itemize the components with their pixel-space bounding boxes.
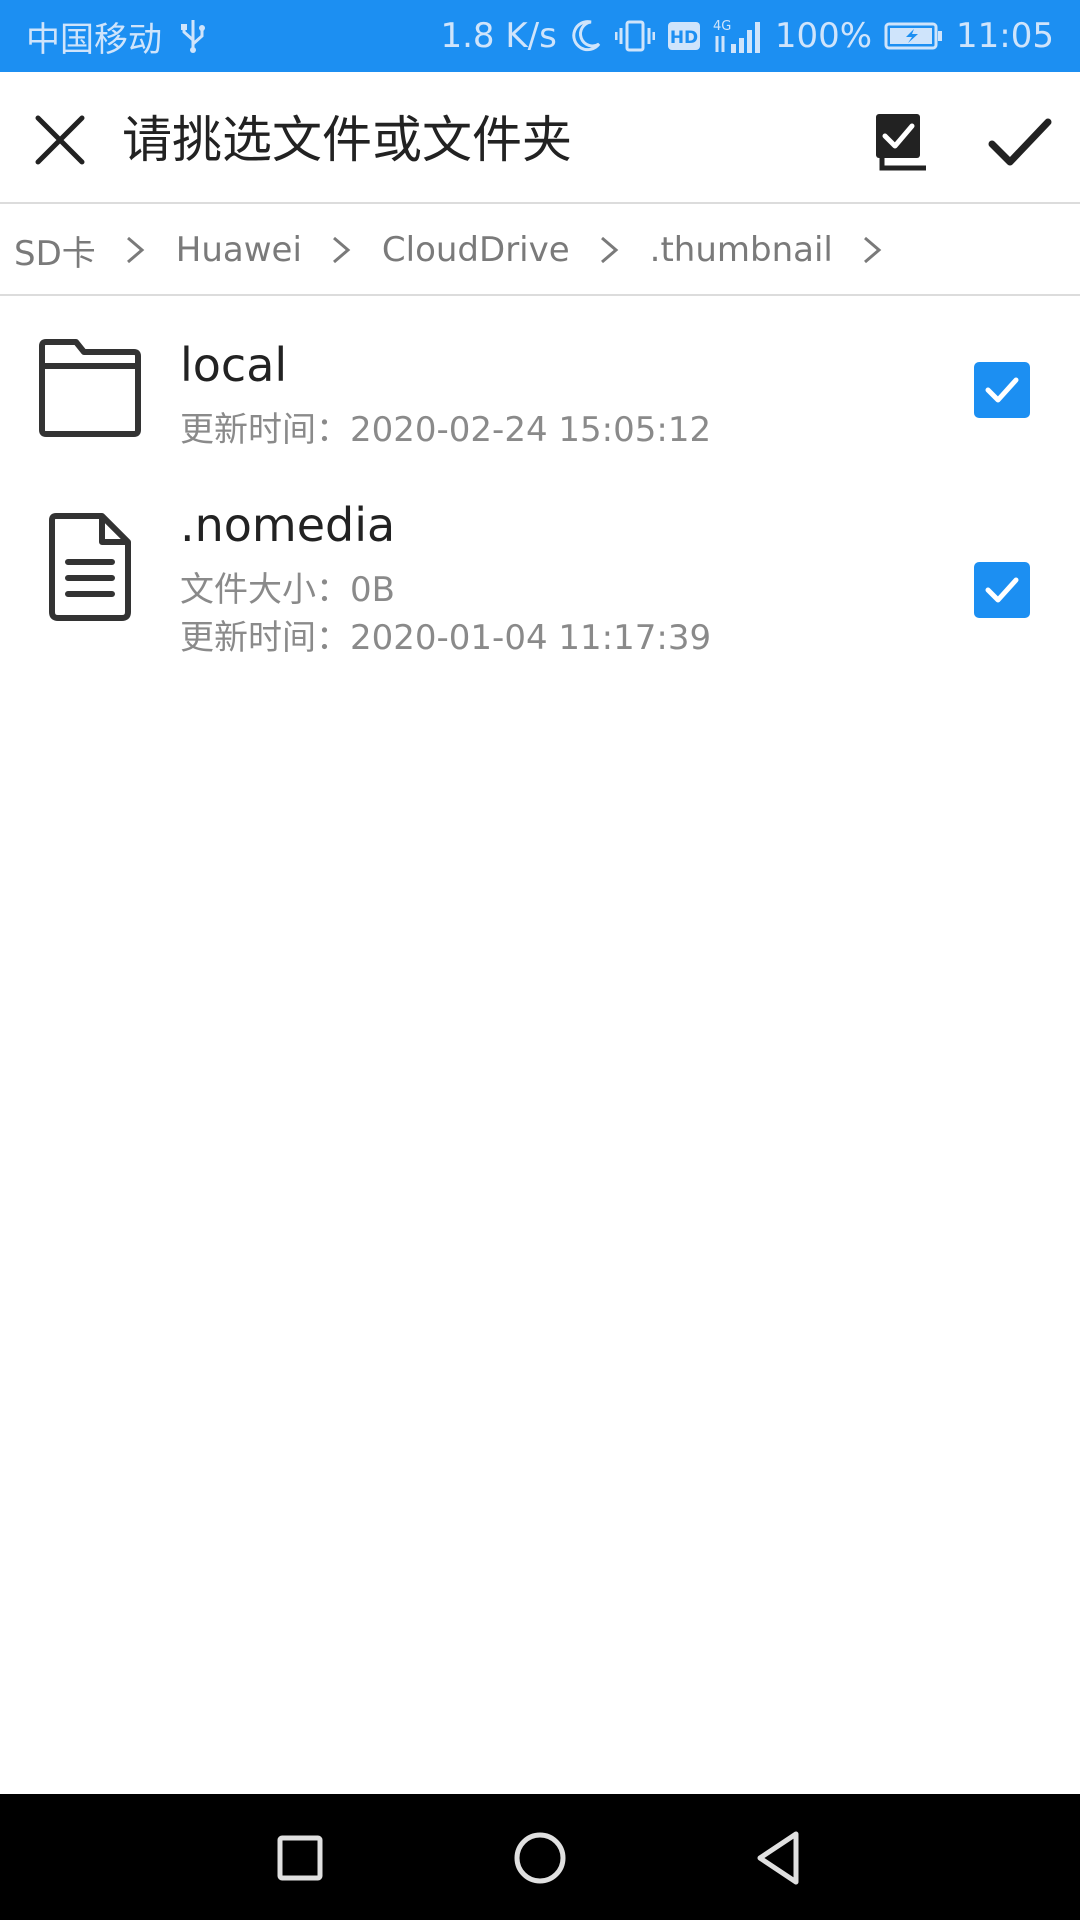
chevron-right-icon [863, 236, 882, 264]
item-checkbox[interactable] [974, 362, 1030, 418]
page-title: 请挑选文件或文件夹 [122, 111, 572, 169]
signal-icon: 4G [713, 16, 763, 56]
clock-label: 11:05 [956, 16, 1054, 56]
net-speed-label: 1.8 K/s [440, 16, 557, 56]
file-size: 文件大小：0B [180, 570, 395, 610]
item-checkbox[interactable] [974, 562, 1030, 618]
breadcrumb-item-clouddrive[interactable]: CloudDrive [382, 230, 570, 270]
usb-icon [180, 18, 206, 54]
triangle-back-icon [757, 1831, 799, 1885]
file-updated-time: 更新时间：2020-01-04 11:17:39 [180, 618, 712, 658]
breadcrumb: SD卡 Huawei CloudDrive .thumbnail [0, 206, 1080, 296]
file-updated-time: 更新时间：2020-02-24 15:05:12 [180, 410, 712, 450]
file-list: local 更新时间：2020-02-24 15:05:12 .nomedia … [0, 298, 1080, 708]
carrier-label: 中国移动 [26, 19, 162, 60]
list-item-file[interactable]: .nomedia 文件大小：0B 更新时间：2020-01-04 11:17:3… [0, 478, 1080, 708]
vibrate-icon [614, 18, 655, 54]
list-item-folder[interactable]: local 更新时间：2020-02-24 15:05:12 [0, 298, 1080, 478]
moon-icon [569, 18, 603, 54]
file-name: .nomedia [180, 498, 396, 552]
hd-badge-icon: HD [667, 19, 701, 53]
circle-icon [514, 1832, 566, 1884]
system-nav-bar [0, 1794, 1080, 1920]
file-name: local [180, 338, 288, 392]
back-button[interactable] [750, 1828, 810, 1888]
battery-percent: 100% [774, 16, 873, 56]
select-all-icon [876, 114, 926, 171]
network-type-text: 4G [713, 19, 731, 34]
hd-badge-text: HD [670, 28, 698, 48]
check-icon [985, 577, 1019, 603]
status-bar: 中国移动 1.8 K/s HD 4G 100% 11:05 [0, 0, 1080, 72]
breadcrumb-item-huawei[interactable]: Huawei [176, 230, 302, 270]
chevron-right-icon [332, 236, 351, 264]
square-icon [277, 1835, 323, 1881]
battery-charging-icon [884, 21, 944, 51]
breadcrumb-item-thumbnail[interactable]: .thumbnail [650, 230, 833, 270]
breadcrumb-item-sd-card[interactable]: SD卡 [14, 226, 96, 275]
home-button[interactable] [510, 1828, 570, 1888]
select-all-button[interactable] [870, 110, 934, 174]
document-icon [46, 512, 134, 626]
check-icon [985, 377, 1019, 403]
close-button[interactable] [28, 108, 92, 172]
confirm-button[interactable] [984, 110, 1056, 174]
checkmark-icon [988, 118, 1052, 166]
chevron-right-icon [126, 236, 145, 264]
chevron-right-icon [600, 236, 618, 264]
close-icon [35, 115, 85, 165]
recents-button[interactable] [270, 1828, 330, 1888]
folder-icon [36, 338, 144, 442]
app-toolbar: 请挑选文件或文件夹 [0, 72, 1080, 204]
